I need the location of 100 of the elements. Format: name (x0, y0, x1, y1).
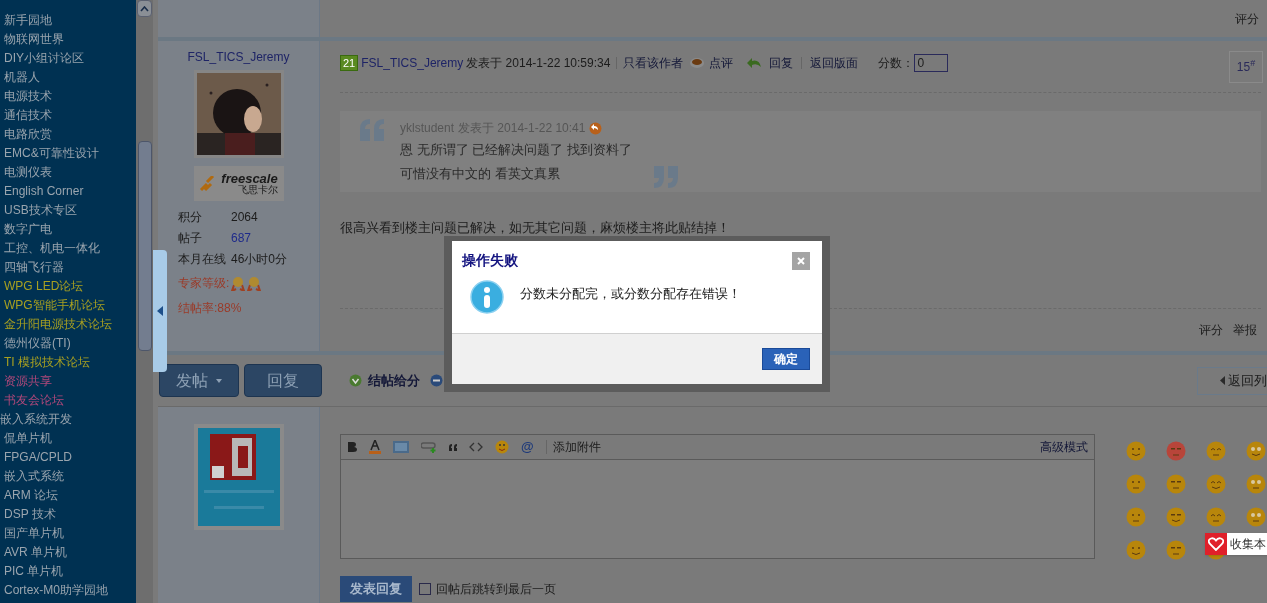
sidebar-item[interactable]: 电路欣赏 (0, 125, 136, 144)
heart-icon (1208, 537, 1224, 551)
author-link[interactable]: FSL_TICS_Jeremy (361, 54, 464, 72)
sidebar-item[interactable]: DIY小组讨论区 (0, 49, 136, 68)
reply-button[interactable]: 回复 (244, 364, 322, 397)
add-attachment-link[interactable]: 添加附件 (552, 438, 601, 456)
sidebar-item[interactable]: 金升阳电源技术论坛 (0, 315, 136, 334)
sidebar-item[interactable]: Cortex-M0助学园地 (0, 581, 136, 600)
submit-reply-button[interactable]: 发表回复 (340, 576, 412, 602)
sidebar-item[interactable]: TI 模拟技术论坛 (0, 353, 136, 372)
comment-link[interactable]: 点评 (709, 54, 734, 72)
smiley-icon (1166, 474, 1186, 494)
caret-left-icon (1220, 376, 1225, 385)
sidebar-item[interactable]: 物联网世界 (0, 30, 136, 49)
sidebar-item[interactable]: 新手园地 (0, 11, 136, 30)
quote-text: 恩 无所谓了 已经解决问题了 找到资料了 (400, 141, 632, 159)
sidebar-item[interactable]: WPG智能手机论坛 (0, 296, 136, 315)
stat-value: 46小时0分 (231, 251, 288, 268)
bold-icon[interactable] (347, 442, 357, 452)
collect-widget[interactable]: 收集本 (1205, 533, 1267, 555)
text-color-icon[interactable] (369, 440, 381, 454)
cup-icon (689, 57, 706, 69)
collapse-tab[interactable] (153, 250, 167, 372)
stat-link[interactable]: 687 (231, 229, 252, 247)
score-input[interactable]: 0 (914, 54, 949, 72)
jump-checkbox-label[interactable]: 回帖后跳转到最后一页 (436, 580, 556, 598)
sidebar-item[interactable]: 通信技术 (0, 106, 136, 125)
sidebar-item[interactable]: PIC 单片机 (0, 562, 136, 581)
stat-label: 积分 (178, 209, 203, 226)
quote-text: 可惜没有中文的 看英文真累 (400, 165, 561, 183)
link-icon[interactable] (421, 441, 437, 453)
jump-checkbox[interactable] (419, 583, 431, 595)
advanced-mode-link[interactable]: 高级模式 (1040, 438, 1088, 456)
smiley-icon (1126, 540, 1146, 560)
medal-icon (231, 275, 246, 291)
stat-label: 本月在线 (178, 251, 227, 268)
sidebar-item[interactable]: USB技术专区 (0, 201, 136, 220)
dialog-title: 操作失败 (462, 251, 518, 270)
sidebar-item[interactable]: 工控、机电一体化 (0, 239, 136, 258)
sidebar-item[interactable]: DSP 技术 (0, 505, 136, 524)
reply-arrow-icon (747, 57, 764, 69)
stat-value: 2064 (231, 209, 258, 226)
sidebar-item[interactable]: AVR 单片机 (0, 543, 136, 562)
close-icon (797, 256, 805, 265)
check-circle-icon (349, 374, 362, 387)
sidebar-item[interactable]: WPG LED论坛 (0, 277, 136, 296)
scroll-up-button[interactable] (137, 0, 152, 17)
scroll-thumb[interactable] (137, 141, 152, 351)
post-footer-link[interactable]: 举报 (1233, 321, 1257, 339)
new-post-button[interactable]: 发帖 (159, 364, 239, 397)
sidebar-item[interactable]: 资源共享 (0, 372, 136, 391)
expert-level-label: 专家等级: (178, 275, 230, 292)
sidebar-item[interactable]: 侃单片机 (0, 429, 136, 448)
smiley-icon (1126, 507, 1146, 527)
emoji-icon[interactable] (495, 440, 509, 454)
post-text: 很高兴看到楼主问题已解决，如无其它问题，麻烦楼主将此贴结掉！ (340, 219, 731, 237)
floor-number: 15$^{#}$ (1229, 51, 1263, 83)
reply-link[interactable]: 回复 (769, 54, 794, 72)
stat-label: 帖子 (178, 230, 203, 247)
smiley-icon (1206, 441, 1226, 461)
close-rate: 结帖率:88% (178, 300, 243, 317)
smiley-icon (1166, 540, 1186, 560)
smiley-icon (1206, 474, 1226, 494)
close-button[interactable] (792, 251, 810, 270)
close-reward-link[interactable]: 结帖给分 (368, 370, 420, 391)
logo-text: freescale (221, 172, 278, 185)
smiley-icon (1166, 441, 1186, 461)
sidebar-item[interactable]: 四轴飞行器 (0, 258, 136, 277)
level-badge: 21 (340, 55, 359, 71)
sidebar-item[interactable]: 嵌入系统开发 (0, 410, 136, 429)
back-to-board-link[interactable]: 返回版面 (810, 54, 859, 72)
sidebar-item[interactable]: EMC&可靠性设计 (0, 144, 136, 163)
username[interactable]: FSL_TICS_Jeremy (187, 48, 290, 66)
back-to-list-button[interactable]: 返回列 (1197, 366, 1267, 395)
sidebar-item[interactable]: FPGA/CPLD (0, 448, 136, 467)
smiley-icon (1246, 441, 1266, 461)
sidebar-item[interactable]: 书友会论坛 (0, 391, 136, 410)
smiley-icon (1126, 474, 1146, 494)
post-date: 发表于 2014-1-22 10:59:34 (466, 55, 611, 72)
smiley-icon (1246, 474, 1266, 494)
sidebar-item[interactable]: 国产单片机 (0, 524, 136, 543)
post-footer-link[interactable]: 评分 (1199, 321, 1223, 339)
sidebar-item[interactable]: 电测仪表 (0, 163, 136, 182)
minus-circle-icon (430, 374, 443, 387)
sidebar-item[interactable]: ARM 论坛 (0, 486, 136, 505)
sidebar-item[interactable]: 数字广电 (0, 220, 136, 239)
sidebar-item[interactable]: English Corner (0, 182, 136, 201)
only-author-link[interactable]: 只看该作者 (623, 54, 684, 72)
smiley-icon (1206, 507, 1226, 527)
image-icon[interactable] (393, 441, 409, 453)
info-icon (470, 280, 504, 314)
sidebar-item[interactable]: 德州仪器(TI) (0, 334, 136, 353)
sidebar-item[interactable]: 机器人 (0, 68, 136, 87)
code-icon[interactable] (469, 442, 483, 452)
smiley-icon (1126, 441, 1146, 461)
sidebar-item[interactable]: 嵌入式系统 (0, 467, 136, 486)
ok-button[interactable]: 确定 (762, 348, 810, 370)
sidebar-item[interactable]: 电源技术 (0, 87, 136, 106)
quote-icon[interactable] (449, 443, 457, 451)
rate-link[interactable]: 评分 (1235, 10, 1259, 28)
